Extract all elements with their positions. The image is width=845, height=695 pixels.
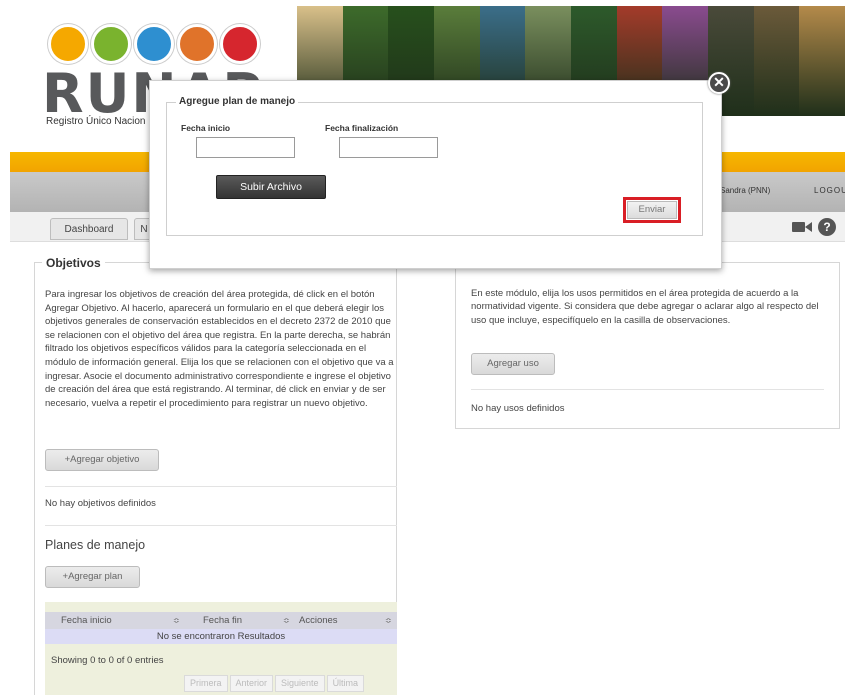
table-header: Fecha inicio ≎ Fecha fin ≎ Acciones ≎: [45, 612, 397, 629]
planes-title: Planes de manejo: [45, 538, 146, 552]
table-pagination: Primera Anterior Siguiente Última: [184, 675, 365, 692]
divider: [45, 486, 397, 487]
logo-mountain-icon: [134, 24, 174, 64]
table-info: Showing 0 to 0 of 0 entries: [51, 655, 164, 666]
sort-icon[interactable]: ≎: [385, 612, 392, 629]
close-icon[interactable]: ✕: [708, 72, 730, 94]
tab-dashboard[interactable]: Dashboard: [50, 218, 128, 240]
column-header-fecha-inicio[interactable]: Fecha inicio: [61, 612, 112, 629]
usos-description: En este módulo, elija los usos permitido…: [471, 288, 819, 326]
video-camera-icon[interactable]: [792, 220, 812, 234]
header-photo: [753, 6, 800, 116]
column-header-fecha-fin[interactable]: Fecha fin: [203, 612, 242, 629]
logout-link[interactable]: LOGOU: [814, 186, 845, 195]
add-uso-button[interactable]: Agregar uso: [471, 353, 555, 375]
help-icon[interactable]: ?: [818, 218, 836, 236]
header-photo: [799, 6, 845, 116]
pager-previous-button[interactable]: Anterior: [229, 675, 274, 692]
logo-icons: [48, 24, 260, 64]
upload-file-button[interactable]: Subir Archivo: [216, 175, 326, 199]
table-empty-row: No se encontraron Resultados: [45, 629, 397, 644]
page: RUNAP Registro Único Nacion Sandra (PNN)…: [0, 0, 845, 695]
usos-empty-text: No hay usos definidos: [471, 403, 565, 414]
fecha-fin-input[interactable]: [339, 137, 438, 158]
user-name[interactable]: Sandra (PNN): [720, 186, 770, 195]
logo-leaf-icon: [91, 24, 131, 64]
divider: [45, 525, 397, 526]
fecha-inicio-label: Fecha inicio: [181, 123, 231, 133]
pager-next-button[interactable]: Siguiente: [275, 675, 325, 692]
objetivos-description: Para ingresar los objetivos de creación …: [45, 289, 394, 409]
objetivos-empty-text: No hay objetivos definidos: [45, 498, 156, 509]
pager-first-button[interactable]: Primera: [184, 675, 228, 692]
modal-title: Agregue plan de manejo: [176, 96, 299, 107]
column-header-acciones[interactable]: Acciones: [299, 612, 338, 629]
sort-icon[interactable]: ≎: [283, 612, 290, 629]
logo-subtitle: Registro Único Nacion: [46, 116, 146, 127]
logo-plant-icon: [177, 24, 217, 64]
logo-sun-icon: [48, 24, 88, 64]
planes-table: Fecha inicio ≎ Fecha fin ≎ Acciones ≎ No…: [45, 602, 397, 695]
add-plan-button[interactable]: +Agregar plan: [45, 566, 140, 588]
divider: [471, 389, 824, 390]
fecha-inicio-input[interactable]: [196, 137, 295, 158]
add-objetivo-button[interactable]: +Agregar objetivo: [45, 449, 159, 471]
logo-animal-icon: [220, 24, 260, 64]
fecha-fin-label: Fecha finalización: [325, 123, 399, 133]
pager-last-button[interactable]: Última: [326, 675, 365, 692]
submit-button[interactable]: Enviar: [627, 201, 677, 219]
sort-icon[interactable]: ≎: [173, 612, 180, 629]
objetivos-title: Objetivos: [42, 256, 105, 270]
